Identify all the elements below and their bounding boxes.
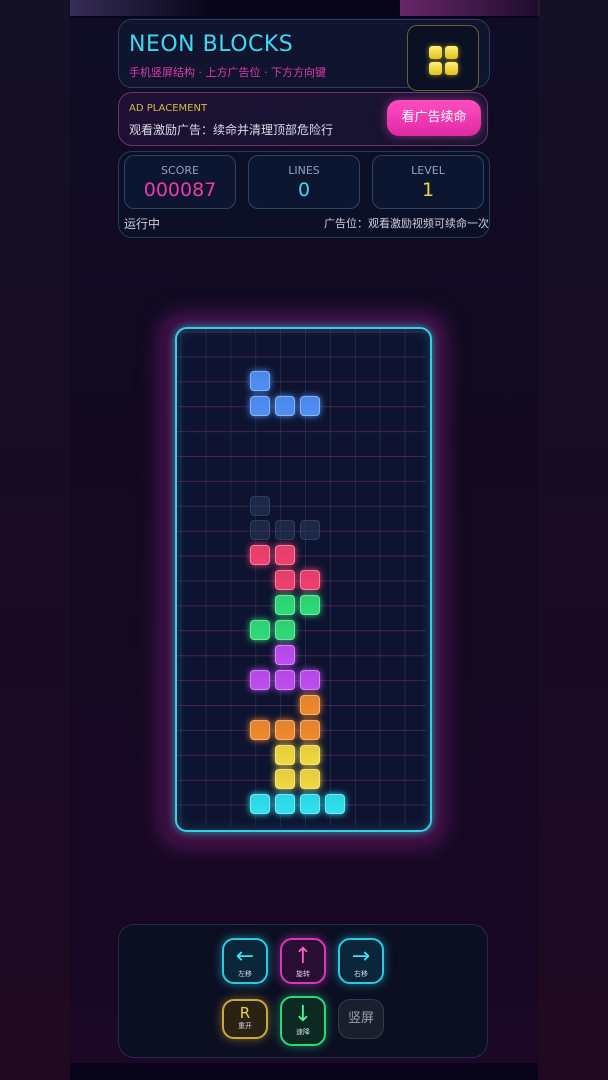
locked-block-green <box>299 595 320 616</box>
move-right-label: 右移 <box>354 970 368 978</box>
rotate-button[interactable]: ↑ 旋转 <box>280 938 326 984</box>
level-label: LEVEL <box>411 164 445 177</box>
score-label: SCORE <box>161 164 199 177</box>
locked-block-yellow <box>299 769 320 790</box>
arrow-down-icon: ↓ <box>293 1002 313 1027</box>
controls-panel: ← 左移 ↑ 旋转 → 右移 R 重开 ↓ 速降 竖屏 <box>118 924 488 1058</box>
top-glow <box>70 0 210 16</box>
restart-icon: R <box>239 1004 251 1022</box>
restart-button[interactable]: R 重开 <box>222 999 268 1039</box>
move-left-label: 左移 <box>238 970 252 978</box>
locked-block-orange <box>250 719 270 740</box>
active-block <box>250 371 270 391</box>
locked-block-green <box>250 620 270 640</box>
side-backdrop-left <box>0 0 70 1080</box>
ad-placement-title: AD PLACEMENT <box>129 103 208 114</box>
game-board[interactable] <box>175 327 432 832</box>
game-title: NEON BLOCKS <box>129 32 294 57</box>
stats-panel: SCORE 000087 LINES 0 LEVEL 1 运行中 广告位：观看激… <box>118 151 490 238</box>
locked-block-red <box>250 545 270 566</box>
ad-hint: 广告位：观看激励视频可续命一次 <box>324 217 489 230</box>
locked-block-yellow <box>299 744 320 765</box>
game-subtitle: 手机竖屏结构 · 上方广告位 · 下方方向键 <box>129 66 326 79</box>
arrow-right-icon: → <box>351 944 371 969</box>
active-block <box>274 395 295 416</box>
next-piece-cell <box>429 46 442 59</box>
locked-block-red <box>274 545 295 566</box>
locked-block-yellow <box>274 769 295 790</box>
level-value: 1 <box>421 179 435 201</box>
arrow-left-icon: ← <box>235 944 255 969</box>
locked-block-cyan <box>299 794 320 815</box>
ad-placement-panel: AD PLACEMENT 观看激励广告：续命并清理顶部危险行 看广告续命 <box>118 92 488 146</box>
locked-block-orange <box>299 719 320 740</box>
game-status: 运行中 <box>124 217 161 231</box>
rotate-label: 旋转 <box>296 970 310 978</box>
active-block <box>250 395 270 416</box>
locked-block-orange <box>299 694 320 715</box>
lines-value: 0 <box>297 179 311 201</box>
hard-drop-label: 速降 <box>296 1028 310 1036</box>
ghost-cell <box>250 495 270 516</box>
locked-block-red <box>299 570 320 591</box>
ad-placement-text: 观看激励广告：续命并清理顶部危险行 <box>129 123 334 137</box>
next-piece-cell <box>429 62 442 75</box>
locked-block-purple <box>250 669 270 690</box>
next-piece-cell <box>445 46 458 59</box>
ghost-cell <box>274 520 295 541</box>
locked-block-cyan <box>250 794 270 815</box>
header-panel: NEON BLOCKS 手机竖屏结构 · 上方广告位 · 下方方向键 <box>118 19 490 91</box>
hard-drop-button[interactable]: ↓ 速降 <box>280 996 326 1046</box>
move-left-button[interactable]: ← 左移 <box>222 938 268 984</box>
next-piece-cell <box>445 62 458 75</box>
locked-block-cyan <box>274 794 295 815</box>
active-block <box>299 395 320 416</box>
restart-label: 重开 <box>238 1022 252 1030</box>
locked-block-purple <box>274 669 295 690</box>
locked-block-yellow <box>274 744 295 765</box>
ghost-cell <box>299 520 320 541</box>
locked-block-purple <box>299 669 320 690</box>
locked-block-orange <box>274 719 295 740</box>
board-frame <box>162 316 443 844</box>
game-app: NEON BLOCKS 手机竖屏结构 · 上方广告位 · 下方方向键 AD PL… <box>70 18 538 1063</box>
ghost-cell <box>250 520 270 541</box>
portrait-toggle-button[interactable]: 竖屏 <box>338 999 384 1039</box>
level-card: LEVEL 1 <box>372 155 484 209</box>
locked-block-green <box>274 595 295 616</box>
arrow-up-icon: ↑ <box>293 944 313 969</box>
locked-block-red <box>274 570 295 591</box>
locked-block-purple <box>274 644 295 665</box>
locked-block-cyan <box>324 794 345 815</box>
locked-block-green <box>274 620 295 640</box>
next-piece-preview <box>407 25 479 91</box>
lines-card: LINES 0 <box>248 155 360 209</box>
score-card: SCORE 000087 <box>124 155 236 209</box>
watch-ad-continue-button[interactable]: 看广告续命 <box>387 100 481 136</box>
side-backdrop-right <box>538 0 608 1080</box>
lines-label: LINES <box>288 164 320 177</box>
move-right-button[interactable]: → 右移 <box>338 938 384 984</box>
top-glow <box>400 0 540 16</box>
score-value: 000087 <box>143 179 217 201</box>
